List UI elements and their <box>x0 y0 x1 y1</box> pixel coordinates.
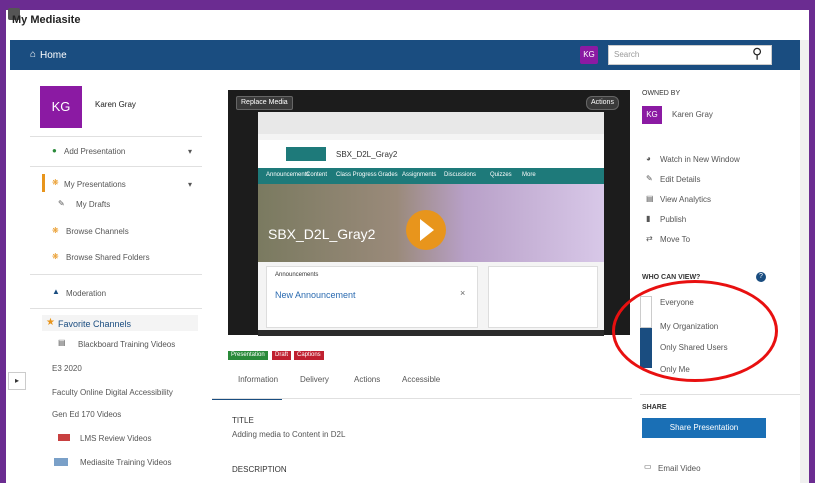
recorded-nav-item: Content <box>306 172 328 178</box>
favorite-item[interactable]: Faculty Online Digital Accessibility <box>52 388 173 397</box>
share-button-label: Share Presentation <box>669 423 739 432</box>
window-top-border <box>0 0 815 10</box>
tab-accessible[interactable]: Accessible <box>402 375 440 384</box>
share-header: SHARE <box>642 404 667 411</box>
divider <box>30 136 202 137</box>
sidebar-item-my-presentations[interactable]: My Presentations <box>64 180 126 189</box>
search-icon[interactable]: ⚲ <box>752 45 762 62</box>
recorded-nav-item: Grades <box>378 172 398 178</box>
scrollbar[interactable] <box>800 40 809 483</box>
site-logo <box>286 147 326 161</box>
close-icon: × <box>460 288 466 298</box>
actions-label: Actions <box>591 99 614 106</box>
add-icon: ● <box>52 146 57 155</box>
app-title: My Mediasite <box>12 14 81 26</box>
thumbnail-icon <box>54 458 68 466</box>
active-indicator <box>42 174 45 192</box>
sidebar-item-browse-shared-folders[interactable]: Browse Shared Folders <box>66 253 150 262</box>
home-icon[interactable]: ⌂ <box>30 49 36 60</box>
replace-media-label: Replace Media <box>241 99 288 106</box>
user-avatar: KG <box>40 86 82 128</box>
analytics-icon: ▤ <box>646 194 654 203</box>
site-name: SBX_D2L_Gray2 <box>336 150 398 159</box>
search-placeholder: Search <box>614 50 640 59</box>
edit-icon: ✎ <box>646 174 653 183</box>
watch-new-window-link[interactable]: Watch in New Window <box>660 155 740 164</box>
channels-icon: ❋ <box>52 226 59 235</box>
tab-information[interactable]: Information <box>238 375 278 384</box>
move-to-link[interactable]: Move To <box>660 235 690 244</box>
publish-link[interactable]: Publish <box>660 215 686 224</box>
watch-icon: ◕ <box>646 154 651 163</box>
description-label: DESCRIPTION <box>232 465 287 474</box>
divider <box>30 308 202 309</box>
add-presentation-button[interactable]: Add Presentation <box>64 147 125 156</box>
person-icon: ▲ <box>52 287 60 296</box>
recorded-nav-item: More <box>522 172 536 178</box>
favorite-channels-header[interactable]: Favorite Channels <box>58 319 131 329</box>
favorite-item[interactable]: E3 2020 <box>52 364 82 373</box>
favorite-item[interactable]: Mediasite Training Videos <box>80 458 171 467</box>
presentations-icon: ❋ <box>52 178 59 187</box>
status-badge: Presentation <box>228 351 268 360</box>
announcement-title: New Announcement <box>275 290 356 300</box>
window-right-border <box>809 0 815 483</box>
recorded-nav-item: Assignments <box>402 172 437 178</box>
tabs-divider <box>212 398 632 399</box>
recorded-nav-item: Announcements <box>266 172 310 178</box>
status-badge: Draft <box>272 351 292 360</box>
share-presentation-button[interactable]: Share Presentation <box>642 418 766 438</box>
info-icon[interactable]: ? <box>756 272 766 282</box>
course-banner-title: SBX_D2L_Gray2 <box>268 226 376 242</box>
tab-delivery[interactable]: Delivery <box>300 375 329 384</box>
title-label: TITLE <box>232 416 254 425</box>
recorded-browser-bar <box>258 112 604 134</box>
user-name: Karen Gray <box>95 100 136 109</box>
home-link[interactable]: Home <box>40 50 67 61</box>
favorite-item[interactable]: Gen Ed 170 Videos <box>52 410 121 419</box>
play-icon <box>420 219 434 241</box>
channel-icon: ▤ <box>58 338 66 347</box>
thumbnail-icon <box>58 434 70 441</box>
folders-icon: ❋ <box>52 252 59 261</box>
title-value: Adding media to Content in D2L <box>232 430 346 439</box>
divider <box>30 274 202 275</box>
divider <box>640 394 800 395</box>
owned-by-header: OWNED BY <box>642 90 681 97</box>
sidebar-item-browse-channels[interactable]: Browse Channels <box>66 227 129 236</box>
sidebar-item-moderation[interactable]: Moderation <box>66 289 106 298</box>
actions-button[interactable]: Actions <box>586 96 619 110</box>
window-left-border <box>0 0 6 483</box>
chevron-down-icon[interactable]: ▾ <box>188 180 192 189</box>
status-badge: Captions <box>294 351 324 360</box>
email-video-link[interactable]: Email Video <box>658 464 701 473</box>
divider <box>30 166 202 167</box>
email-icon: ▭ <box>644 462 652 471</box>
move-icon: ⇄ <box>646 234 653 243</box>
announcements-heading: Announcements <box>275 272 319 278</box>
sidebar-item-my-drafts[interactable]: My Drafts <box>76 200 110 209</box>
favorite-item[interactable]: Blackboard Training Videos <box>78 340 175 349</box>
recorded-taskbar <box>258 330 604 336</box>
tab-actions[interactable]: Actions <box>354 375 380 384</box>
sidebar-toggle-button[interactable]: ▸ <box>8 372 26 390</box>
side-card <box>488 266 598 328</box>
owner-name: Karen Gray <box>672 110 713 119</box>
drafts-icon: ✎ <box>58 199 65 208</box>
publish-icon: ▮ <box>646 214 651 223</box>
star-icon: ★ <box>46 317 55 328</box>
recorded-nav-item: Discussions <box>444 172 477 178</box>
nav-avatar[interactable]: KG <box>580 46 598 64</box>
recorded-nav-item: Quizzes <box>490 172 512 178</box>
favorite-item[interactable]: LMS Review Videos <box>80 434 151 443</box>
chevron-down-icon[interactable]: ▾ <box>188 147 192 156</box>
edit-details-link[interactable]: Edit Details <box>660 175 700 184</box>
left-sidebar <box>30 78 202 483</box>
owner-avatar: KG <box>642 106 662 124</box>
annotation-circle <box>612 280 778 382</box>
view-analytics-link[interactable]: View Analytics <box>660 195 711 204</box>
replace-media-button[interactable]: Replace Media <box>236 96 293 110</box>
recorded-nav-item: Class Progress <box>336 172 377 178</box>
